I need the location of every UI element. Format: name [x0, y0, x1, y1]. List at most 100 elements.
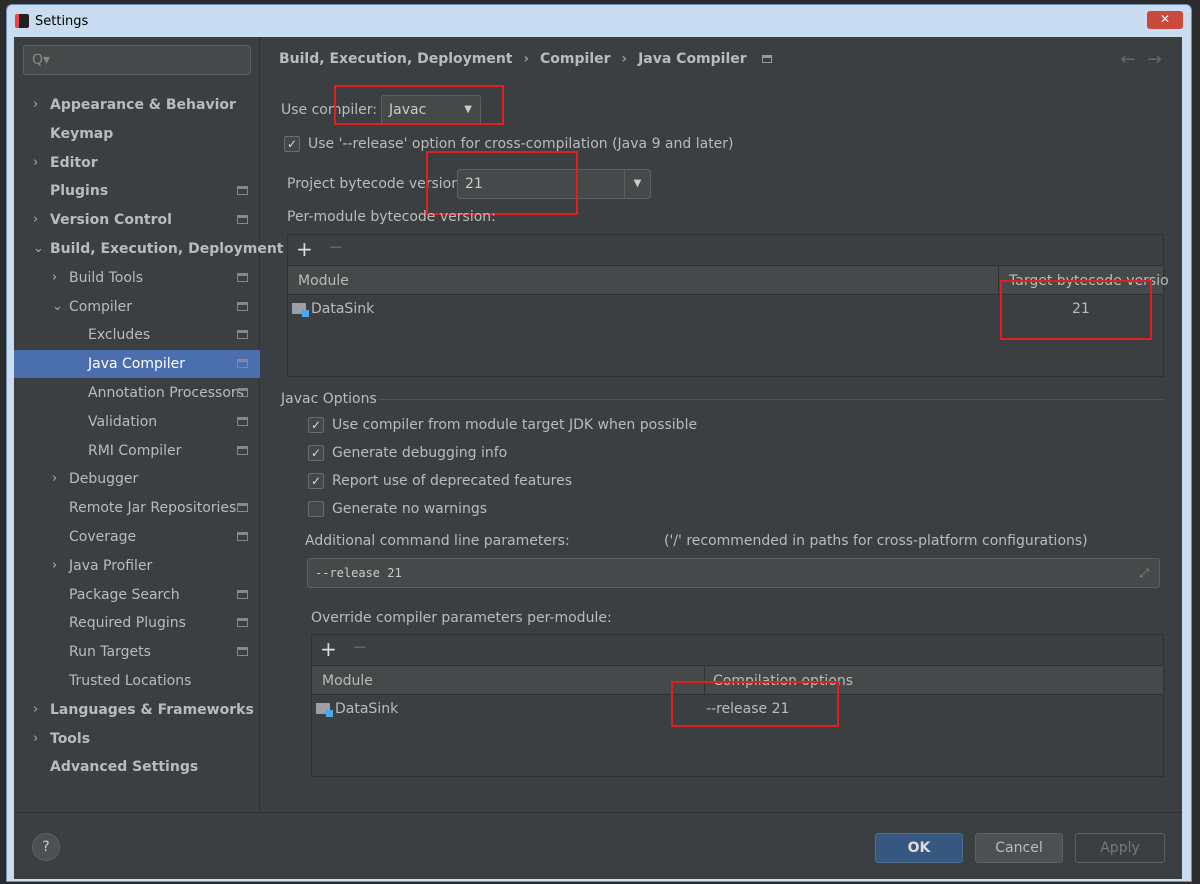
- javac-option-checkbox[interactable]: ✓: [308, 445, 324, 461]
- sidebar-item[interactable]: › Java Profiler: [14, 552, 260, 580]
- chevron-right-icon[interactable]: ›: [33, 91, 38, 119]
- project-page-icon: [237, 330, 248, 340]
- sidebar-item[interactable]: Validation: [14, 408, 260, 436]
- module-folder-icon: [316, 703, 333, 717]
- sidebar-item[interactable]: Coverage: [14, 523, 260, 551]
- forward-icon[interactable]: →: [1147, 49, 1162, 70]
- search-input[interactable]: Q▾: [23, 45, 251, 75]
- javac-option-checkbox[interactable]: ✓: [308, 473, 324, 489]
- sidebar-item[interactable]: ⌄ Build, Execution, Deployment: [14, 235, 284, 263]
- chevron-down-icon[interactable]: ▼: [624, 170, 650, 198]
- sidebar-item[interactable]: › Appearance & Behavior: [14, 91, 260, 119]
- chevron-down-icon[interactable]: ⌄: [33, 235, 44, 263]
- override-label: Override compiler parameters per-module:: [311, 610, 612, 626]
- remove-icon[interactable]: −: [328, 237, 343, 258]
- project-page-icon: [237, 445, 248, 455]
- sidebar-item[interactable]: › Debugger: [14, 465, 260, 493]
- project-page-icon: [237, 618, 248, 628]
- help-button[interactable]: ?: [32, 833, 60, 861]
- params-hint: ('/' recommended in paths for cross-plat…: [664, 533, 1088, 549]
- sidebar-item[interactable]: Keymap: [14, 120, 260, 148]
- breadcrumb-item[interactable]: Compiler: [540, 51, 611, 67]
- table-row[interactable]: DataSink: [316, 701, 398, 717]
- highlight-box: [426, 151, 578, 215]
- javac-option-label: Report use of deprecated features: [332, 473, 573, 489]
- highlight-box: [1000, 280, 1152, 340]
- footer: ? OK Cancel Apply: [14, 812, 1182, 879]
- chevron-right-icon[interactable]: ›: [52, 465, 57, 493]
- sidebar-item[interactable]: Advanced Settings: [14, 753, 260, 781]
- sidebar-item[interactable]: Annotation Processors: [14, 379, 260, 407]
- sidebar-item-label: Coverage: [69, 529, 137, 545]
- javac-option-label: Generate no warnings: [332, 501, 488, 517]
- sidebar-item-label: Appearance & Behavior: [50, 97, 236, 113]
- sidebar-item[interactable]: Package Search: [14, 581, 260, 609]
- project-page-icon: [237, 215, 248, 225]
- sidebar-item[interactable]: › Build Tools: [14, 264, 260, 292]
- breadcrumb-separator: ›: [523, 51, 530, 67]
- javac-option-checkbox[interactable]: ✓: [308, 417, 324, 433]
- project-page-icon: [237, 388, 248, 397]
- breadcrumb: Build, Execution, Deployment › Compiler …: [279, 51, 772, 67]
- sidebar-item[interactable]: Required Plugins: [14, 609, 260, 637]
- table-row[interactable]: DataSink: [292, 301, 374, 317]
- breadcrumb-item: Java Compiler: [638, 51, 747, 67]
- sidebar-item-label: Plugins: [50, 183, 109, 200]
- project-page-icon: [237, 532, 248, 541]
- add-icon[interactable]: +: [320, 637, 337, 661]
- sidebar-item-label: Excludes: [88, 327, 151, 344]
- ok-button[interactable]: OK: [875, 833, 963, 863]
- sidebar-item[interactable]: Remote Jar Repositories: [14, 494, 260, 522]
- chevron-right-icon[interactable]: ›: [52, 552, 57, 580]
- javac-option-label: Generate debugging info: [332, 445, 508, 461]
- apply-button[interactable]: Apply: [1075, 833, 1165, 863]
- sidebar-item-label: Annotation Processors: [88, 385, 244, 401]
- sidebar-item-label: Package Search: [69, 586, 180, 603]
- sidebar-item-label: Build Tools: [69, 269, 144, 286]
- sidebar-item[interactable]: Java Compiler: [14, 350, 260, 379]
- params-label: Additional command line parameters:: [305, 533, 570, 549]
- add-icon[interactable]: +: [296, 237, 313, 261]
- javac-option-label: Use compiler from module target JDK when…: [332, 417, 698, 433]
- chevron-right-icon[interactable]: ›: [33, 696, 38, 724]
- sidebar-item[interactable]: Trusted Locations: [14, 667, 260, 695]
- module-name: DataSink: [311, 301, 375, 317]
- sidebar-item[interactable]: RMI Compiler: [14, 437, 260, 465]
- release-option-checkbox[interactable]: ✓: [284, 136, 300, 152]
- chevron-right-icon[interactable]: ›: [52, 264, 57, 292]
- chevron-right-icon[interactable]: ›: [33, 149, 38, 177]
- column-module[interactable]: Module: [298, 266, 349, 296]
- sidebar-item[interactable]: Run Targets: [14, 638, 260, 666]
- sidebar-item[interactable]: › Languages & Frameworks: [14, 696, 260, 724]
- sidebar-item[interactable]: › Editor: [14, 149, 260, 177]
- sidebar-item[interactable]: › Version Control: [14, 206, 260, 234]
- cancel-button[interactable]: Cancel: [975, 833, 1063, 863]
- chevron-right-icon[interactable]: ›: [33, 206, 38, 234]
- sidebar-item[interactable]: ⌄ Compiler: [14, 293, 260, 321]
- chevron-right-icon[interactable]: ›: [33, 725, 38, 753]
- sidebar-item-label: Languages & Frameworks: [50, 701, 254, 718]
- breadcrumb-separator: ›: [621, 51, 628, 67]
- sidebar-item[interactable]: Plugins: [14, 177, 260, 205]
- page-icon: [761, 55, 772, 63]
- sidebar-item-label: Remote Jar Repositories: [69, 500, 237, 517]
- window-title: Settings: [35, 13, 89, 29]
- sidebar-item-label: Java Compiler: [88, 356, 186, 373]
- javac-option-checkbox[interactable]: [308, 501, 324, 517]
- sidebar-item[interactable]: Excludes: [14, 321, 260, 349]
- chevron-down-icon[interactable]: ⌄: [52, 293, 63, 321]
- sidebar-item-label: Tools: [50, 730, 91, 747]
- title-bar: Settings: [7, 5, 1191, 37]
- sidebar-item-label: Trusted Locations: [69, 673, 192, 689]
- back-icon[interactable]: ←: [1120, 49, 1135, 70]
- settings-window: Settings ✕ Q▾ › Appearance & Behavior Keym…: [6, 4, 1192, 882]
- expand-icon[interactable]: ⤢: [1139, 559, 1149, 587]
- close-button[interactable]: ✕: [1147, 11, 1183, 29]
- navigation: ← →: [1120, 49, 1162, 70]
- column-module[interactable]: Module: [322, 666, 373, 696]
- dialog-body: Q▾ › Appearance & Behavior Keymap › Editor Pl…: [14, 37, 1182, 879]
- sidebar-item[interactable]: › Tools: [14, 725, 260, 753]
- remove-icon[interactable]: −: [352, 637, 367, 658]
- breadcrumb-item[interactable]: Build, Execution, Deployment: [279, 51, 513, 67]
- params-input[interactable]: --release 21 ⤢: [307, 558, 1160, 588]
